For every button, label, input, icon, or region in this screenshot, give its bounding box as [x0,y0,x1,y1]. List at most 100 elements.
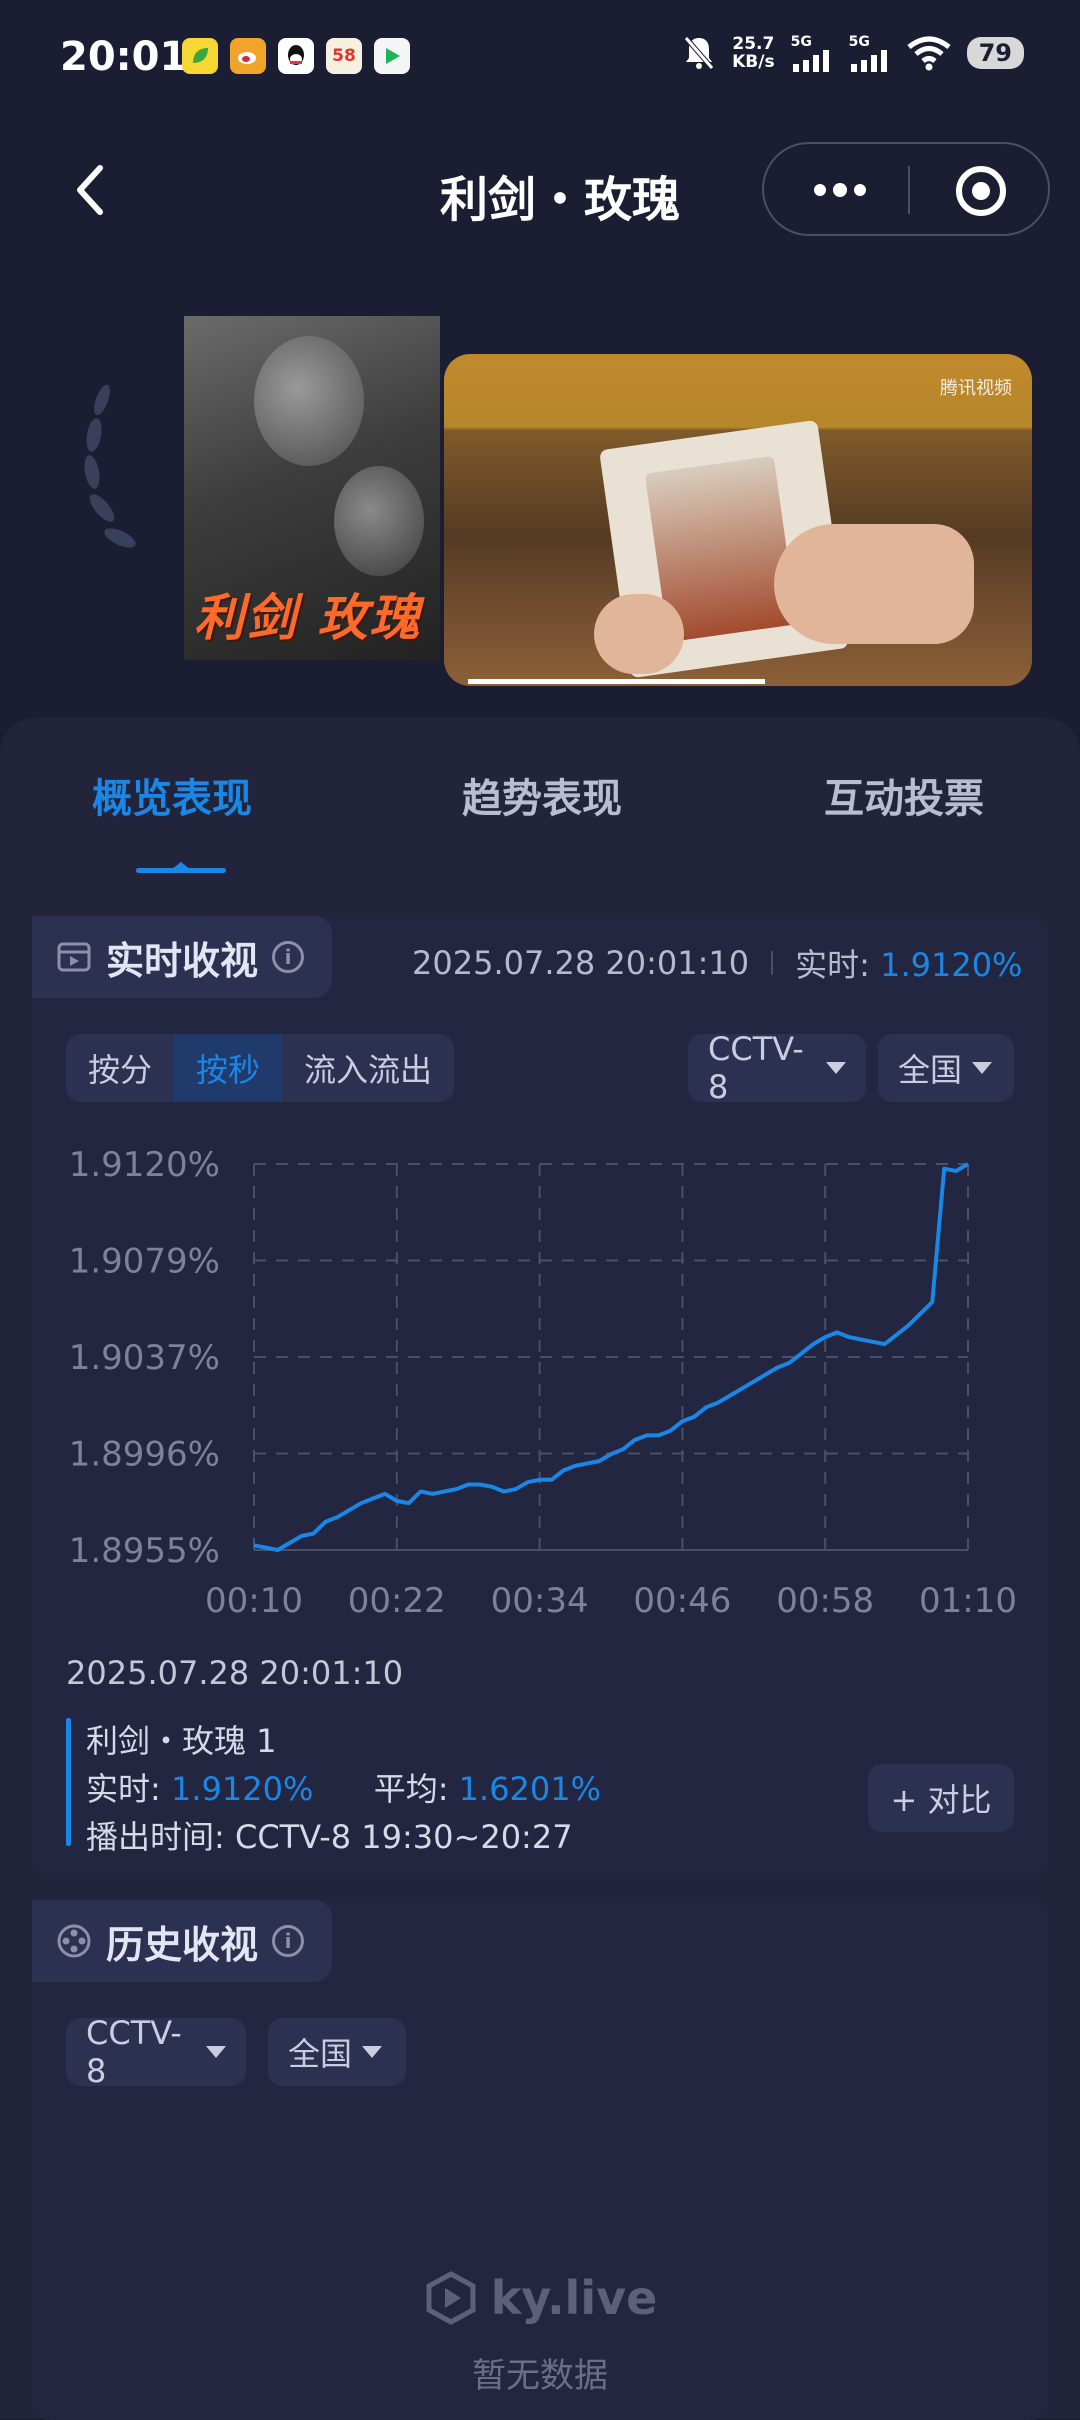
meta-separator [771,951,773,975]
realtime-timestamp: 2025.07.28 20:01:10 [412,944,749,982]
more-dots-icon [800,174,880,206]
video-watermark: 腾讯视频 [940,374,1012,400]
x-tick-label: 00:58 [776,1581,874,1621]
signal-bars-icon [849,50,891,72]
realtime-section-header: 实时收视 i [32,916,332,998]
region-dropdown-label: 全国 [898,1045,962,1091]
history-channel-label: CCTV-8 [86,2014,196,2090]
wifi-icon [907,35,951,71]
history-channel-dropdown[interactable]: CCTV-8 [66,2018,246,2086]
x-tick-label: 00:46 [633,1581,731,1621]
caret-down-icon [972,1062,992,1074]
y-tick-label: 1.9037% [69,1338,220,1378]
net-speed: 25.7 KB/s [732,35,774,71]
tooltip-average-value: 1.6201% [459,1770,601,1808]
net-speed-value: 25.7 [732,35,774,53]
poster-figure-2 [334,466,424,576]
info-icon[interactable]: i [272,1925,304,1957]
notification-app-icons: 58 [182,38,410,74]
status-time: 20:01 [60,34,187,80]
tooltip-date: 2025.07.28 20:01:10 [66,1654,403,1692]
tab-overview[interactable]: 概览表现 [92,766,252,824]
y-tick-label: 1.9120% [69,1145,220,1185]
y-tick-label: 1.8955% [69,1531,220,1571]
compare-button[interactable]: + 对比 [868,1764,1014,1832]
miniapp-capsule [762,142,1050,236]
y-tick-label: 1.9079% [69,1242,220,1282]
tab-trend[interactable]: 趋势表现 [462,766,622,824]
drama-poster[interactable]: 利剑 玫瑰 [184,316,440,660]
history-title: 历史收视 [106,1914,258,1969]
realtime-title: 实时收视 [106,930,258,985]
caret-down-icon [206,2046,226,2058]
58-app-label: 58 [332,46,356,66]
x-tick-label: 00:22 [348,1581,446,1621]
signal-2: 5G [849,34,891,72]
history-section-header: 历史收视 i [32,1900,332,1982]
capsule-divider [908,166,910,214]
history-region-label: 全国 [288,2029,352,2075]
granularity-segmented-control: 按分 按秒 流入流出 [66,1034,454,1102]
empty-state-logo: ky.live [0,2270,1080,2326]
status-right: 25.7 KB/s 5G 5G 79 [682,34,1024,72]
realtime-live-value: 1.9120% [880,946,1022,984]
region-dropdown[interactable]: 全国 [878,1034,1014,1102]
tooltip-series-bar [66,1718,71,1846]
tooltip-program: 利剑・玫瑰 1 [86,1716,277,1762]
segment-by-second[interactable]: 按秒 [174,1034,282,1102]
more-button[interactable] [800,174,880,206]
tencent-video-icon [374,38,410,74]
tab-vote[interactable]: 互动投票 [824,766,984,824]
tooltip-realtime-value: 1.9120% [171,1770,313,1808]
segment-inflow-outflow[interactable]: 流入流出 [282,1034,454,1102]
laurel-icon [64,380,144,580]
realtime-line-chart[interactable]: 1.9120% 1.9079% 1.9037% 1.8996% 1.8955% 00:10… [0,1130,1080,1650]
video-scene-hand [774,524,974,644]
channel-dropdown-label: CCTV-8 [708,1030,816,1106]
58-app-icon: 58 [326,38,362,74]
film-icon [56,939,92,975]
signal-1: 5G [791,34,833,72]
x-tick-label: 00:10 [205,1581,303,1621]
tab-indicator-arrow [172,862,190,869]
realtime-live: 实时: 1.9120% [795,940,1022,986]
tooltip-airtime-value: CCTV-8 19:30~20:27 [235,1818,573,1856]
channel-dropdown[interactable]: CCTV-8 [688,1034,866,1102]
x-tick-label: 01:10 [919,1581,1017,1621]
tooltip-airtime: 播出时间: CCTV-8 19:30~20:27 [86,1812,573,1858]
film-reel-icon [56,1923,92,1959]
status-bar: 20:01 58 25.7 KB/s 5G 5G [0,0,1080,110]
signal-1-label: 5G [791,34,812,50]
segment-by-minute[interactable]: 按分 [66,1034,174,1102]
ky-live-logo-icon [423,2270,479,2326]
x-tick-label: 00:34 [491,1581,589,1621]
target-icon [954,164,1008,218]
empty-state-text: 暂无数据 [0,2348,1080,2397]
weibo-icon [230,38,266,74]
close-miniapp-button[interactable] [954,164,1008,218]
y-tick-label: 1.8996% [69,1435,220,1475]
info-icon[interactable]: i [272,941,304,973]
caret-down-icon [362,2046,382,2058]
tooltip-airtime-label: 播出时间: [86,1818,225,1856]
net-speed-unit: KB/s [732,53,774,71]
leaf-app-icon [182,38,218,74]
tooltip-realtime-label: 实时: [86,1770,161,1808]
history-region-dropdown[interactable]: 全国 [268,2018,406,2086]
qq-icon [278,38,314,74]
mute-bell-icon [682,34,716,72]
poster-title: 利剑 玫瑰 [194,578,421,650]
empty-state-brand: ky.live [491,2271,658,2325]
realtime-meta: 2025.07.28 20:01:10 实时: 1.9120% [412,940,1022,986]
tooltip-values: 实时: 1.9120% 平均: 1.6201% [86,1764,601,1810]
battery-indicator: 79 [967,37,1024,69]
tooltip-average-label: 平均: [374,1770,449,1808]
realtime-live-label: 实时: [795,946,870,984]
signal-2-label: 5G [849,34,870,50]
signal-bars-icon [791,50,833,72]
poster-figure-1 [254,336,364,466]
video-progress-bar [468,679,765,684]
caret-down-icon [826,1062,846,1074]
video-scene-hand-2 [594,594,684,674]
video-player[interactable]: 腾讯视频 [444,354,1032,686]
